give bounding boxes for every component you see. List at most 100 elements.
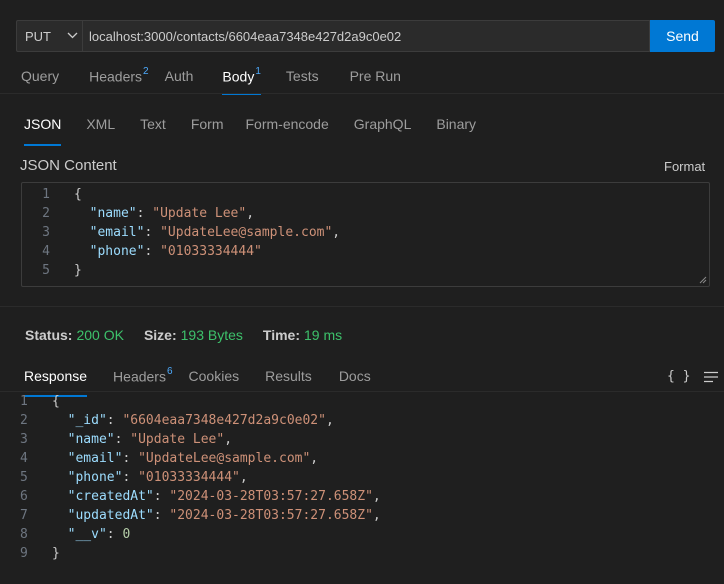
code-line: 3 "email": "UpdateLee@sample.com", — [22, 223, 709, 242]
request-body-editor[interactable]: 1{2 "name": "Update Lee", 3 "email": "Upd… — [21, 182, 710, 287]
code-text: "email": "UpdateLee@sample.com", — [50, 223, 340, 242]
code-line: 8 "__v": 0 — [0, 525, 724, 544]
tab-label: Pre Run — [349, 68, 401, 84]
colon: : — [114, 432, 131, 447]
line-number: 5 — [42, 263, 50, 278]
body-type-json[interactable]: JSON — [24, 116, 62, 146]
format-button[interactable]: Format — [664, 159, 705, 174]
body-type-form[interactable]: Form — [191, 116, 224, 142]
response-status: Status: 200 OK Size: 193 Bytes Time: 19 … — [25, 327, 362, 343]
json-key: "name" — [89, 206, 137, 221]
code-text: "name": "Update Lee", — [44, 430, 232, 449]
code-line: 6 "createdAt": "2024-03-28T03:57:27.658Z… — [0, 487, 724, 506]
code-text: "_id": "6604eaa7348e427d2a9c0e02", — [44, 411, 334, 430]
response-body: 1{2 "_id": "6604eaa7348e427d2a9c0e02", 3 … — [0, 392, 724, 563]
json-key: "createdAt" — [67, 489, 154, 504]
braces-icon[interactable]: { } — [667, 369, 690, 384]
body-type-text[interactable]: Text — [140, 116, 166, 142]
tab-query[interactable]: Query — [21, 68, 59, 94]
json-value: "UpdateLee@sample.com" — [138, 451, 311, 466]
time-value: 19 ms — [303, 327, 343, 343]
method-value: PUT — [25, 28, 51, 44]
tab-label: Body — [222, 68, 255, 85]
json-key: "phone" — [67, 470, 123, 485]
punctuation: , — [372, 508, 381, 523]
json-key: "updatedAt" — [67, 508, 154, 523]
menu-icon[interactable] — [704, 371, 718, 383]
punctuation: { — [52, 394, 60, 409]
resize-grip-icon[interactable] — [699, 276, 707, 284]
tab-auth[interactable]: Auth — [165, 68, 194, 94]
tab-label: Results — [265, 368, 312, 384]
punctuation: } — [74, 263, 82, 278]
tab-headers[interactable]: Headers2 — [89, 66, 148, 94]
line-number: 3 — [20, 432, 28, 447]
code-text: "__v": 0 — [44, 525, 131, 544]
body-type-tabs: JSON XML Text Form Form-encode GraphQL B… — [24, 116, 501, 146]
divider — [0, 306, 724, 307]
line-number: 9 — [20, 546, 28, 561]
code-text: "createdAt": "2024-03-28T03:57:27.658Z", — [44, 487, 381, 506]
line-number: 8 — [20, 527, 28, 542]
body-type-xml[interactable]: XML — [86, 116, 115, 142]
code-line: 2 "_id": "6604eaa7348e427d2a9c0e02", — [0, 411, 724, 430]
punctuation: , — [246, 206, 255, 221]
code-line: 1{ — [22, 185, 709, 204]
request-tabs: Query Headers2 Auth Body1 Tests Pre Run — [21, 66, 421, 95]
json-value: "UpdateLee@sample.com" — [160, 225, 333, 240]
body-type-binary[interactable]: Binary — [436, 116, 476, 142]
colon: : — [144, 225, 161, 240]
tab-label: Response — [24, 368, 88, 384]
line-number: 6 — [20, 489, 28, 504]
code-text: "email": "UpdateLee@sample.com", — [44, 449, 318, 468]
line-number: 4 — [20, 451, 28, 466]
divider — [0, 93, 724, 94]
punctuation: , — [332, 225, 341, 240]
status-value: 200 OK — [76, 327, 124, 343]
code-text: "phone": "01033334444" — [50, 242, 262, 261]
size-label: Size: — [143, 327, 177, 343]
tab-pre-run[interactable]: Pre Run — [350, 68, 401, 94]
url-value: localhost:3000/contacts/6604eaa7348e427d… — [89, 28, 402, 44]
code-text: "name": "Update Lee", — [50, 204, 254, 223]
json-value: "Update Lee" — [130, 432, 225, 447]
punctuation: { — [74, 187, 82, 202]
punctuation: } — [52, 546, 60, 561]
punctuation: , — [310, 451, 319, 466]
code-line: 5} — [22, 261, 709, 280]
tab-label: Docs — [338, 368, 371, 384]
tab-badge: 6 — [166, 366, 173, 377]
line-number: 2 — [42, 206, 50, 221]
line-number: 3 — [42, 225, 50, 240]
url-input[interactable]: localhost:3000/contacts/6604eaa7348e427d… — [82, 20, 650, 52]
line-number: 4 — [42, 244, 50, 259]
body-type-form-encode[interactable]: Form-encode — [246, 116, 329, 142]
code-text: "phone": "01033334444", — [44, 468, 248, 487]
body-type-graphql[interactable]: GraphQL — [354, 116, 412, 142]
send-button[interactable]: Send — [650, 20, 715, 52]
code-line: 4 "email": "UpdateLee@sample.com", — [0, 449, 724, 468]
line-number: 5 — [20, 470, 28, 485]
tab-body[interactable]: Body1 — [222, 66, 262, 95]
json-key: "email" — [67, 451, 123, 466]
status-label: Status: — [25, 327, 73, 343]
chevron-down-icon — [67, 30, 78, 42]
colon: : — [136, 206, 153, 221]
response-body-lines: 1{2 "_id": "6604eaa7348e427d2a9c0e02", 3 … — [0, 392, 724, 563]
line-number: 2 — [20, 413, 28, 428]
colon: : — [106, 413, 123, 428]
punctuation: , — [224, 432, 233, 447]
code-line: 1{ — [0, 392, 724, 411]
json-value: "6604eaa7348e427d2a9c0e02" — [122, 413, 326, 428]
json-value: "Update Lee" — [152, 206, 247, 221]
tab-tests[interactable]: Tests — [286, 68, 319, 94]
method-select[interactable]: PUT — [16, 20, 82, 52]
code-line: 5 "phone": "01033334444", — [0, 468, 724, 487]
